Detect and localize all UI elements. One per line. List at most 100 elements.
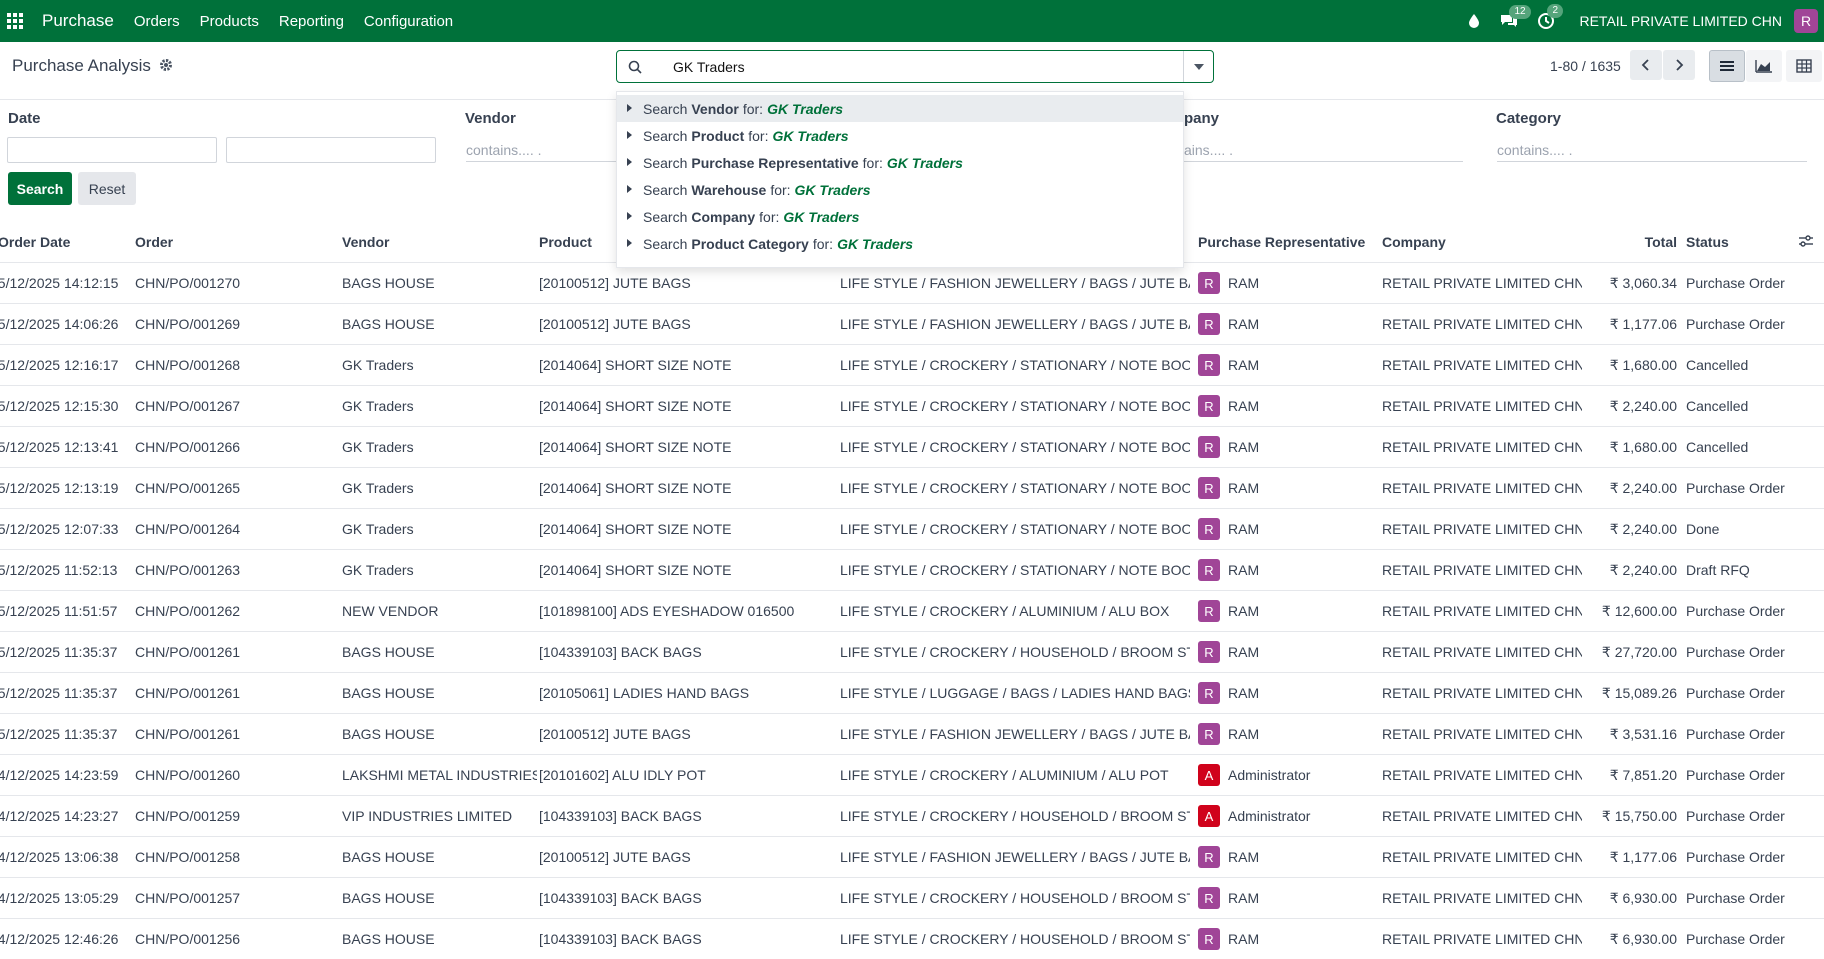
- gear-icon[interactable]: [159, 58, 173, 75]
- rep-avatar[interactable]: R: [1198, 395, 1220, 417]
- col-status[interactable]: Status: [1686, 234, 1729, 250]
- category-filter-input[interactable]: contains.... .: [1497, 138, 1807, 162]
- search-option-purchase-representative[interactable]: Search Purchase Representative for: GK Trad…: [617, 149, 1183, 176]
- menu-reporting[interactable]: Reporting: [279, 13, 344, 30]
- table-row[interactable]: 15/12/2025 12:13:41 CHN/PO/001266 GK Trade…: [0, 427, 1824, 468]
- rep-avatar[interactable]: R: [1198, 600, 1220, 622]
- menu-configuration[interactable]: Configuration: [364, 13, 453, 30]
- menu-products[interactable]: Products: [200, 13, 259, 30]
- apps-menu-icon[interactable]: [0, 0, 30, 42]
- col-purchase-representative[interactable]: Purchase Representative: [1198, 234, 1365, 250]
- table-row[interactable]: 15/12/2025 11:35:37 CHN/PO/001261 BAGS HOU…: [0, 632, 1824, 673]
- table-row[interactable]: 14/12/2025 13:06:38 CHN/PO/001258 BAGS HOU…: [0, 837, 1824, 878]
- col-order[interactable]: Order: [135, 234, 173, 250]
- rep-avatar[interactable]: R: [1198, 846, 1220, 868]
- table-row[interactable]: 15/12/2025 14:06:26 CHN/PO/001269 BAGS HOU…: [0, 304, 1824, 345]
- search-button[interactable]: Search: [8, 172, 72, 205]
- rep-avatar[interactable]: R: [1198, 641, 1220, 663]
- search-option-product[interactable]: Search Product for: GK Traders: [617, 122, 1183, 149]
- table-row[interactable]: 15/12/2025 11:51:57 CHN/PO/001262 NEW VEND…: [0, 591, 1824, 632]
- table-row[interactable]: 15/12/2025 12:16:17 CHN/PO/001268 GK Trade…: [0, 345, 1824, 386]
- col-order-date[interactable]: Order Date: [0, 234, 70, 250]
- cell-status: Cancelled: [1686, 439, 1749, 455]
- drop-icon[interactable]: [1467, 13, 1481, 29]
- caret-right-icon[interactable]: [627, 239, 632, 247]
- cell-product: [104339103] BACK BAGS: [539, 644, 702, 660]
- graph-view-button[interactable]: [1746, 50, 1782, 82]
- menu-orders[interactable]: Orders: [134, 13, 180, 30]
- cell-company: RETAIL PRIVATE LIMITED CHN: [1382, 644, 1582, 660]
- rep-avatar[interactable]: R: [1198, 887, 1220, 909]
- rep-avatar[interactable]: R: [1198, 559, 1220, 581]
- search-option-vendor[interactable]: Search Vendor for: GK Traders: [617, 95, 1183, 122]
- search-option-company[interactable]: Search Company for: GK Traders: [617, 203, 1183, 230]
- messages-icon[interactable]: 12: [1499, 5, 1531, 29]
- search-bar[interactable]: [616, 50, 1214, 83]
- date-to-input[interactable]: [226, 137, 436, 163]
- table-row[interactable]: 15/12/2025 11:35:37 CHN/PO/001261 BAGS HOU…: [0, 673, 1824, 714]
- rep-avatar[interactable]: R: [1198, 436, 1220, 458]
- rep-avatar[interactable]: R: [1198, 518, 1220, 540]
- table-row[interactable]: 14/12/2025 12:46:26 CHN/PO/001256 BAGS HOU…: [0, 919, 1824, 959]
- vendor-filter-input[interactable]: contains.... .: [466, 138, 616, 162]
- pager-value[interactable]: 1-80 / 1635: [1550, 58, 1621, 74]
- rep-avatar[interactable]: R: [1198, 313, 1220, 335]
- search-option-field: Company: [691, 208, 756, 225]
- caret-right-icon[interactable]: [627, 212, 632, 220]
- cell-product-category: LIFE STYLE / CROCKERY / STATIONARY / NOT…: [840, 480, 1190, 496]
- cell-order: CHN/PO/001256: [135, 931, 241, 947]
- caret-right-icon[interactable]: [627, 104, 632, 112]
- table-row[interactable]: 15/12/2025 12:15:30 CHN/PO/001267 GK Trade…: [0, 386, 1824, 427]
- col-product[interactable]: Product: [539, 234, 592, 250]
- table-row[interactable]: 14/12/2025 14:23:59 CHN/PO/001260 LAKSHMI …: [0, 755, 1824, 796]
- cell-purchase-representative: RAM: [1228, 316, 1260, 332]
- search-option-product-category[interactable]: Search Product Category for: GK Traders: [617, 230, 1183, 257]
- table-row[interactable]: 15/12/2025 11:52:13 CHN/PO/001263 GK Trade…: [0, 550, 1824, 591]
- cell-company: RETAIL PRIVATE LIMITED CHN: [1382, 357, 1582, 373]
- pivot-view-button[interactable]: [1786, 50, 1822, 82]
- col-vendor[interactable]: Vendor: [342, 234, 389, 250]
- table-row[interactable]: 15/12/2025 11:35:37 CHN/PO/001261 BAGS HOU…: [0, 714, 1824, 755]
- caret-right-icon[interactable]: [627, 185, 632, 193]
- search-options-toggle[interactable]: [1183, 51, 1213, 82]
- rep-avatar[interactable]: R: [1198, 682, 1220, 704]
- rep-avatar[interactable]: A: [1198, 805, 1220, 827]
- search-option-warehouse[interactable]: Search Warehouse for: GK Traders: [617, 176, 1183, 203]
- cell-product: [20100512] JUTE BAGS: [539, 316, 691, 332]
- cell-vendor: GK Traders: [342, 357, 414, 373]
- company-switcher[interactable]: RETAIL PRIVATE LIMITED CHN: [1579, 13, 1782, 29]
- table-row[interactable]: 14/12/2025 14:23:27 CHN/PO/001259 VIP INDU…: [0, 796, 1824, 837]
- col-company[interactable]: Company: [1382, 234, 1446, 250]
- company-filter-input[interactable]: ains.... .: [1184, 138, 1463, 162]
- rep-avatar[interactable]: R: [1198, 272, 1220, 294]
- pager-next-button[interactable]: [1663, 50, 1695, 80]
- cell-order-date: 15/12/2025 12:13:19: [0, 480, 119, 496]
- col-total[interactable]: Total: [1640, 234, 1677, 250]
- rep-avatar[interactable]: R: [1198, 354, 1220, 376]
- reset-button[interactable]: Reset: [78, 172, 136, 205]
- cell-total: ₹ 15,089.26: [1601, 685, 1677, 701]
- rep-avatar[interactable]: A: [1198, 764, 1220, 786]
- caret-right-icon[interactable]: [627, 131, 632, 139]
- pager-previous-button[interactable]: [1630, 50, 1662, 80]
- table-row[interactable]: 15/12/2025 14:12:15 CHN/PO/001270 BAGS HOU…: [0, 263, 1824, 304]
- search-input[interactable]: [673, 58, 1153, 75]
- caret-right-icon[interactable]: [627, 158, 632, 166]
- cell-order: CHN/PO/001258: [135, 849, 241, 865]
- table-row[interactable]: 15/12/2025 12:07:33 CHN/PO/001264 GK Trade…: [0, 509, 1824, 550]
- cell-total: ₹ 2,240.00: [1609, 480, 1677, 496]
- list-view-button[interactable]: [1709, 50, 1745, 82]
- table-row[interactable]: 14/12/2025 13:05:29 CHN/PO/001257 BAGS HOU…: [0, 878, 1824, 919]
- cell-order-date: 15/12/2025 12:07:33: [0, 521, 119, 537]
- table-row[interactable]: 15/12/2025 12:13:19 CHN/PO/001265 GK Trade…: [0, 468, 1824, 509]
- cell-vendor: BAGS HOUSE: [342, 931, 435, 947]
- activities-icon[interactable]: 2: [1537, 4, 1564, 30]
- optional-columns-icon[interactable]: [1798, 234, 1814, 251]
- rep-avatar[interactable]: R: [1198, 928, 1220, 950]
- app-brand[interactable]: Purchase: [42, 11, 114, 31]
- purchase-table: Order Date Order Vendor Product Purchase…: [0, 222, 1824, 959]
- rep-avatar[interactable]: R: [1198, 477, 1220, 499]
- date-from-input[interactable]: [7, 137, 217, 163]
- rep-avatar[interactable]: R: [1198, 723, 1220, 745]
- user-avatar[interactable]: R: [1794, 9, 1818, 33]
